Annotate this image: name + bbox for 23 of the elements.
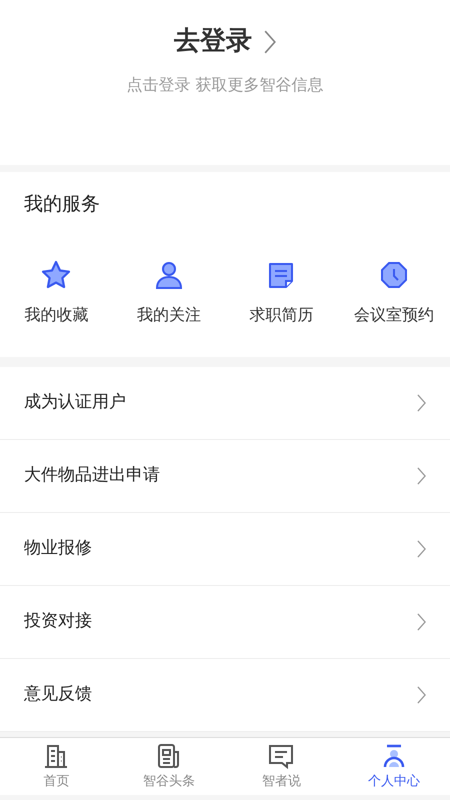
service-item[interactable]: 我的收藏	[0, 258, 112, 326]
menu-item[interactable]: 成为认证用户	[0, 367, 450, 439]
tab-item[interactable]: 智谷头条	[112, 738, 225, 795]
service-item[interactable]: 会议室预约	[338, 258, 450, 326]
tab-item[interactable]: 个人中心	[338, 738, 450, 795]
chevron-right-icon	[264, 30, 276, 54]
login-button[interactable]: 去登录	[174, 22, 276, 61]
menu-item[interactable]: 物业报修	[0, 513, 450, 585]
menu-item[interactable]: 意见反馈	[0, 659, 450, 731]
chevron-right-icon	[417, 539, 426, 559]
chevron-right-icon	[417, 685, 426, 705]
login-subtitle: 点击登录 获取更多智谷信息	[126, 74, 324, 96]
menu-item[interactable]: 投资对接	[0, 586, 450, 658]
star-icon	[40, 258, 72, 290]
service-item[interactable]: 求职简历	[225, 258, 338, 326]
section-title: 我的服务	[23, 192, 101, 217]
chevron-right-icon	[417, 466, 426, 486]
chevron-right-icon	[417, 393, 426, 413]
service-item[interactable]: 我的关注	[112, 258, 225, 326]
menu-item[interactable]: 大件物品进出申请	[0, 440, 450, 512]
tab-item[interactable]: 首页	[0, 738, 112, 795]
chevron-right-icon	[417, 612, 426, 632]
tab-item[interactable]: 智者说	[225, 738, 338, 795]
